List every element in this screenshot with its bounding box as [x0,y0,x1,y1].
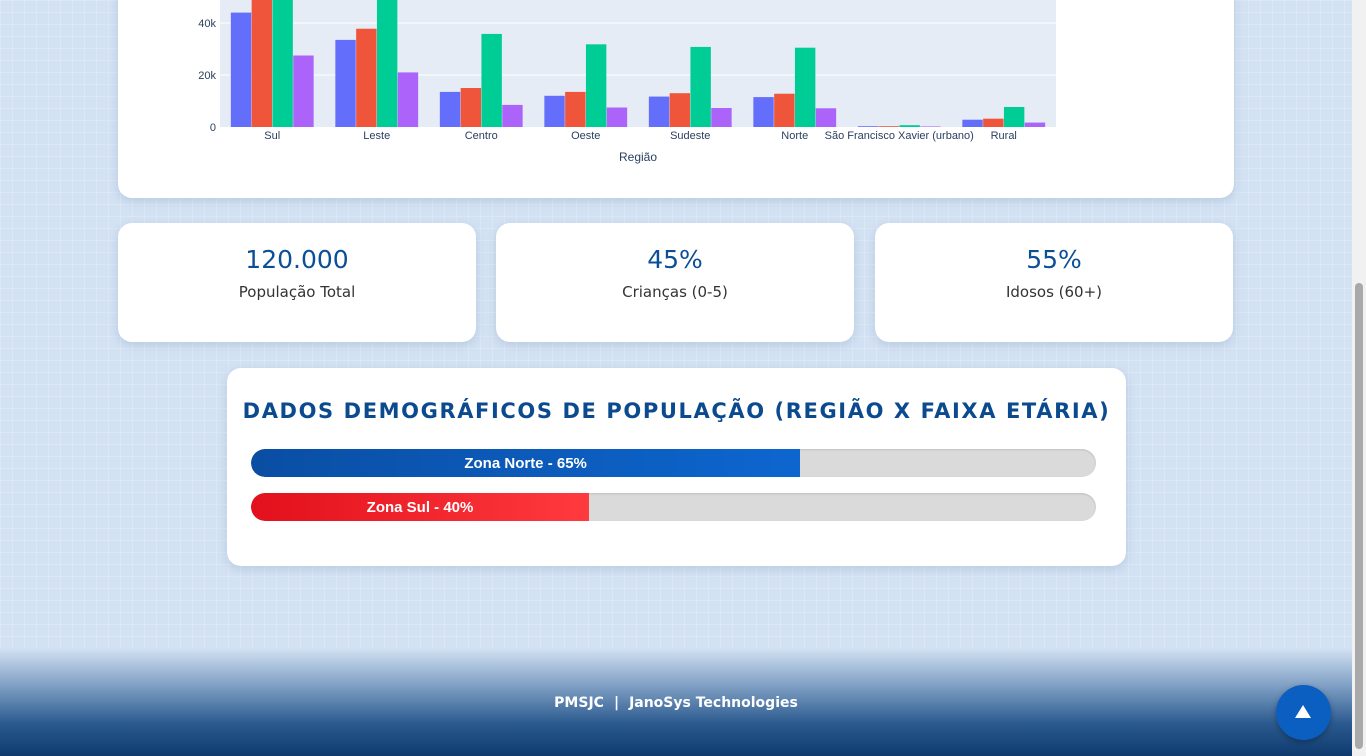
stat-label: População Total [238,283,356,301]
bar-mark [502,104,523,127]
x-tick-label: Centro [465,130,498,142]
bar-mark [565,91,586,127]
bar-mark [774,93,795,127]
x-tick-label: Oeste [571,130,600,142]
stat-card-children: 45% Crianças (0-5) [496,223,854,342]
bar-mark [753,97,774,127]
footer: PMSJC | JanoSys Technologies [0,648,1352,756]
bar-mark [899,125,920,127]
footer-company: JanoSys Technologies [629,695,798,711]
bar-mark [481,33,502,127]
x-axis-title: Região [619,150,657,164]
bar-mark [376,0,398,127]
bar-mark [648,96,670,127]
bar-mark [1003,106,1025,127]
scrollbar[interactable] [1352,0,1366,756]
bar-mark [920,126,941,127]
bar-mark [293,55,314,127]
progress-bar-zona-norte: Zona Norte - 65% [251,449,1096,477]
population-chart-card: 0 20k 40k Sul Leste Centro Oeste Sudeste Norte Sã… [118,0,1234,198]
footer-text: PMSJC | JanoSys Technologies [0,695,1352,711]
bar-mark [606,107,628,127]
bar-mark [439,91,461,127]
footer-org: PMSJC [554,695,604,711]
bar-mark [230,12,252,127]
bar-mark [815,108,837,127]
population-bar-chart: 0 20k 40k Sul Leste Centro Oeste Sudeste Norte Sã… [198,0,1056,164]
bar-mark [356,28,377,127]
bar-mark [397,72,419,127]
bar-mark [544,95,565,127]
y-tick-label: 40k [198,18,216,30]
bar-mark [878,126,900,127]
progress-label: Zona Sul - 40% [366,498,474,516]
stat-label: Crianças (0-5) [622,283,728,301]
bar-mark [962,119,983,127]
x-tick-label: São Francisco Xavier (urbano) [825,130,974,142]
progress-bar-zona-sul: Zona Sul - 40% [251,493,1096,521]
demographics-title: DADOS DEMOGRÁFICOS DE POPULAÇÃO (REGIÃO … [242,399,1111,423]
progress-label: Zona Norte - 65% [464,454,587,472]
scrollbar-thumb[interactable] [1355,283,1363,749]
stat-label: Idosos (60+) [1005,283,1103,301]
demographics-card: DADOS DEMOGRÁFICOS DE POPULAÇÃO (REGIÃO … [227,368,1126,566]
x-tick-label: Sudeste [670,130,710,142]
stat-card-elderly: 55% Idosos (60+) [875,223,1233,342]
bar-mark [857,126,879,127]
stat-value: 45% [647,245,703,274]
y-tick-label: 0 [210,122,216,134]
bar-mark [335,39,356,127]
scroll-to-top-button[interactable] [1276,685,1331,740]
progress-fill-zona-sul: Zona Sul - 40% [251,493,589,521]
arrow-up-icon [1295,705,1311,718]
bar-mark [711,108,732,127]
bar-mark [794,47,816,127]
bar-mark [251,0,273,127]
stat-value: 55% [1026,245,1082,274]
stat-card-total-population: 120.000 População Total [118,223,476,342]
x-tick-label: Norte [781,130,808,142]
bar-mark [690,46,711,127]
bar-mark [585,44,607,127]
progress-fill-zona-norte: Zona Norte - 65% [251,449,801,477]
x-tick-label: Leste [363,130,390,142]
bar-mark [1024,122,1046,127]
bar-mark [983,118,1004,127]
bar-mark [272,0,293,127]
x-tick-label: Rural [991,130,1017,142]
bar-mark [460,88,482,127]
footer-separator: | [613,695,620,711]
y-tick-label: 20k [198,70,216,82]
x-tick-label: Sul [264,130,280,142]
bar-mark [669,93,691,127]
stat-value: 120.000 [245,245,349,274]
